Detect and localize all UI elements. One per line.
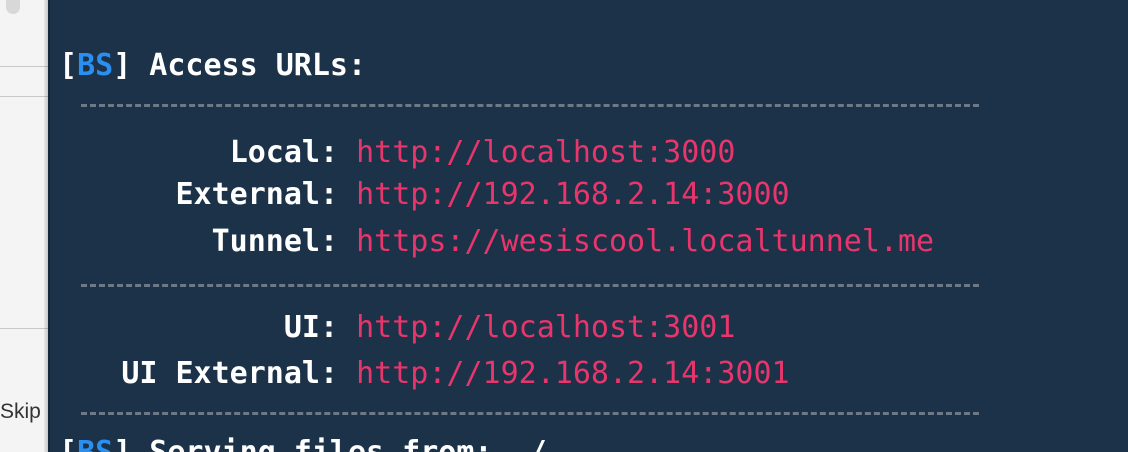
dashed-divider bbox=[81, 412, 979, 415]
url-row-local: Local: http://localhost:3000 bbox=[50, 133, 736, 173]
url-row-external: External: http://192.168.2.14:3000 bbox=[50, 175, 790, 215]
url-value[interactable]: https://wesiscool.localtunnel.me bbox=[356, 224, 934, 259]
skip-link[interactable]: Skip bbox=[0, 398, 41, 426]
url-row-tunnel: Tunnel: https://wesiscool.localtunnel.me bbox=[50, 222, 934, 262]
url-value[interactable]: http://localhost:3000 bbox=[356, 135, 735, 170]
dashed-divider bbox=[81, 104, 979, 107]
access-urls-heading: [BS] Access URLs: bbox=[59, 48, 367, 83]
dashed-divider bbox=[81, 284, 979, 287]
divider bbox=[0, 66, 48, 67]
url-label: External bbox=[175, 177, 321, 212]
url-value[interactable]: http://localhost:3001 bbox=[356, 310, 735, 345]
bs-tag: BS bbox=[77, 435, 113, 452]
url-row-ui-external: UI External: http://192.168.2.14:3001 bbox=[50, 354, 789, 394]
divider bbox=[0, 96, 48, 97]
bs-tag: BS bbox=[77, 48, 114, 83]
scrollbar[interactable] bbox=[6, 0, 20, 14]
background-page: Skip bbox=[0, 0, 48, 452]
url-label: Local bbox=[229, 135, 320, 170]
url-label: Tunnel bbox=[211, 224, 320, 259]
serving-files-line: [BS] Serving files from: ./ bbox=[59, 433, 547, 452]
terminal-window[interactable]: [BS] Access URLs: Local: http://localhos… bbox=[50, 0, 1128, 452]
url-row-ui: UI: http://localhost:3001 bbox=[50, 308, 736, 348]
url-label: UI External bbox=[121, 356, 320, 391]
url-label: UI bbox=[283, 310, 320, 345]
url-value[interactable]: http://192.168.2.14:3000 bbox=[356, 177, 789, 212]
divider bbox=[0, 328, 48, 329]
url-value[interactable]: http://192.168.2.14:3001 bbox=[356, 356, 789, 391]
